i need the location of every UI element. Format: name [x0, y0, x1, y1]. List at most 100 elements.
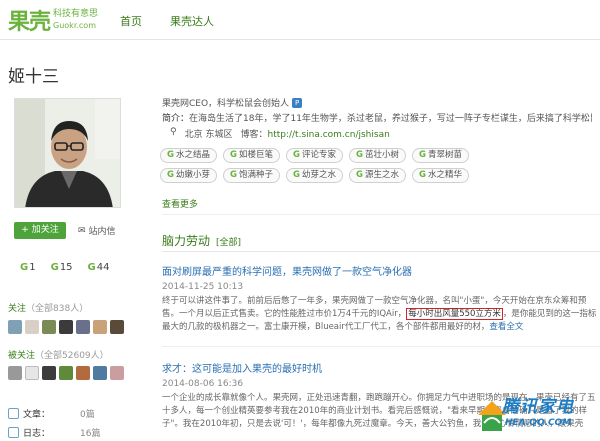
follow-button[interactable]: + 加关注: [14, 222, 66, 239]
article-icon: [8, 408, 19, 419]
stat-value: 44: [96, 262, 110, 273]
follower-avatar[interactable]: [8, 366, 22, 380]
badge-list: G 水之结晶 G 如楼巨笔 G 评论专家 G 茁壮小树 G 青翠树苗 G 幼嫩小芽 G 饱满种…: [160, 148, 500, 183]
message-label: 站内信: [88, 227, 116, 237]
highlighted-text: 每小时出风量550立方米: [406, 308, 503, 320]
guokr-g-icon: G: [50, 262, 59, 273]
profile-intro: 简介：在海岛生活了18年，学了11年生物学，杀过老鼠，养过猴子，写过一阵子专栏谋…: [162, 111, 592, 124]
stats-row: G1 G15 G44: [20, 262, 110, 273]
article-date: 2014-08-06 16:36: [162, 379, 244, 389]
guokr-g-icon: G: [20, 262, 29, 273]
avatar: [14, 98, 121, 208]
article-title[interactable]: 求才：这可能是加入果壳的最好时机: [162, 360, 322, 375]
badge-g-icon: G: [167, 150, 174, 160]
section-divider: [162, 251, 600, 252]
badge[interactable]: G 青翠树苗: [412, 148, 469, 163]
diary-count: 16篇: [80, 429, 101, 439]
mail-icon: ✉: [78, 225, 86, 236]
intro-text: 在海岛生活了18年，学了11年生物学，杀过老鼠，养过猴子，写过一阵子专栏谋生，后…: [189, 114, 592, 124]
following-avatar[interactable]: [76, 320, 90, 334]
badge-g-icon: G: [419, 170, 426, 180]
followers-label: 被关注: [8, 351, 36, 361]
following-count: （全部838人）: [26, 304, 89, 314]
section-all-link[interactable]: [全部]: [216, 235, 241, 248]
badge-g-icon: G: [419, 150, 426, 160]
follower-avatar[interactable]: [42, 366, 56, 380]
message-button[interactable]: ✉ 站内信: [78, 224, 116, 238]
following-avatars: [8, 320, 124, 334]
stat-value: 15: [59, 262, 73, 273]
logo-text: 果壳: [8, 10, 51, 35]
stat-item[interactable]: G44: [88, 262, 110, 273]
intro-label: 简介：: [162, 114, 190, 124]
stat-item[interactable]: G1: [20, 262, 36, 273]
following-avatar[interactable]: [42, 320, 56, 334]
author-label: 果壳网CEO，科学松鼠会创始人: [162, 99, 290, 109]
watermark-brand: 腾讯家电: [502, 397, 574, 417]
stat-item[interactable]: G15: [51, 262, 73, 273]
follower-avatar[interactable]: [76, 366, 90, 380]
nav-home[interactable]: 首页: [120, 13, 142, 29]
diary-label: 日志：: [23, 429, 51, 439]
logo-url: Guokr.com: [53, 21, 96, 30]
article-title[interactable]: 面对刷屏最严重的科学问题，果壳网做了一款空气净化器: [162, 263, 412, 278]
follower-avatar[interactable]: [93, 366, 107, 380]
following-label: 关注: [8, 304, 27, 314]
badge[interactable]: G 如楼巨笔: [223, 148, 280, 163]
following-avatar[interactable]: [8, 320, 22, 334]
blog-label: 博客：: [240, 130, 268, 140]
articles-count: 0篇: [80, 410, 95, 420]
articles-count-row[interactable]: 文章： 0篇: [8, 407, 95, 420]
following-heading[interactable]: 关注（全部838人）: [8, 301, 88, 314]
location-row: ⚲ 北京 东城区 博客：http://t.sina.com.cn/jshisan: [170, 127, 390, 140]
diary-icon: [8, 427, 19, 438]
badge[interactable]: G 幼嫩小芽: [160, 168, 217, 183]
badge[interactable]: G 茁壮小树: [349, 148, 406, 163]
badge[interactable]: G 源生之水: [349, 168, 406, 183]
read-more-link[interactable]: 查看全文: [489, 322, 523, 332]
badge-g-icon: G: [230, 150, 237, 160]
diary-count-row[interactable]: 日志： 16篇: [8, 426, 100, 439]
following-avatar[interactable]: [93, 320, 107, 334]
follower-avatar[interactable]: [25, 366, 39, 380]
following-avatar[interactable]: [25, 320, 39, 334]
article-excerpt: 终于可以讲这件事了。前前后后憋了一年多，果壳网做了一款空气净化器，名叫"小蛋"，…: [162, 296, 597, 332]
article-divider: [162, 346, 600, 347]
followers-heading[interactable]: 被关注（全部52609人）: [8, 348, 109, 361]
follower-avatar[interactable]: [110, 366, 124, 380]
badge[interactable]: G 水之结晶: [160, 148, 217, 163]
watermark-url: HEA.QQ.COM: [505, 418, 572, 428]
badge-g-icon: G: [356, 170, 363, 180]
location-text: 北京 东城区: [184, 130, 233, 140]
see-more-link[interactable]: 查看更多: [162, 197, 198, 210]
badge[interactable]: G 饱满种子: [223, 168, 280, 183]
badge-g-icon: G: [293, 150, 300, 160]
badge-g-icon: G: [356, 150, 363, 160]
verified-icon: P: [292, 97, 303, 108]
badge-g-icon: G: [293, 170, 300, 180]
profile-name: 姬十三: [8, 67, 59, 87]
badge-g-icon: G: [230, 170, 237, 180]
nav-experts[interactable]: 果壳达人: [170, 13, 214, 29]
logo-slogan: 科技有意思: [53, 9, 99, 19]
section-title: 脑力劳动: [162, 234, 211, 248]
follower-avatars: [8, 366, 124, 380]
badge[interactable]: G 幼芽之水: [286, 168, 343, 183]
blog-link[interactable]: http://t.sina.com.cn/jshisan: [267, 130, 389, 140]
following-avatar[interactable]: [110, 320, 124, 334]
follower-avatar[interactable]: [59, 366, 73, 380]
article-date: 2014-11-25 10:13: [162, 282, 244, 292]
location-pin-icon: ⚲: [170, 127, 177, 137]
guokr-logo[interactable]: 果壳 科技有意思 Guokr.com: [8, 4, 98, 36]
author-title: 果壳网CEO，科学松鼠会创始人 P: [162, 96, 303, 109]
followers-count: （全部52609人）: [35, 351, 109, 361]
top-header: 果壳 科技有意思 Guokr.com 首页 果壳达人: [0, 0, 600, 40]
stat-value: 1: [29, 262, 36, 273]
articles-label: 文章：: [23, 410, 51, 420]
following-avatar[interactable]: [59, 320, 73, 334]
divider: [162, 214, 600, 215]
badge-g-icon: G: [167, 170, 174, 180]
guokr-g-icon: G: [87, 262, 96, 273]
badge[interactable]: G 评论专家: [286, 148, 343, 163]
badge[interactable]: G 水之精华: [412, 168, 469, 183]
